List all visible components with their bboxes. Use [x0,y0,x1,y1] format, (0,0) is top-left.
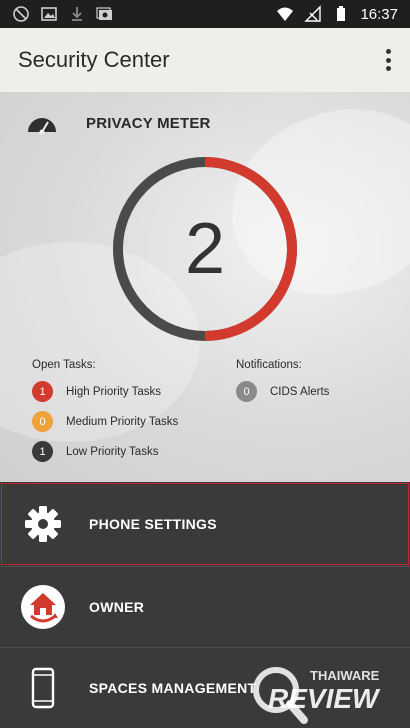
medium-priority-count: 0 [32,411,53,432]
spaces-management-label: SPACES MANAGEMENT [89,680,257,696]
no-signal-icon [304,5,322,22]
thaiware-review-watermark: THAIWARE REVIEW [253,667,381,724]
task-row-medium: 0 Medium Priority Tasks [32,411,212,432]
do-not-disturb-icon [13,6,29,22]
home-icon [20,584,66,630]
watermark-brand-top: THAIWARE [310,668,380,683]
medium-priority-label: Medium Priority Tasks [66,415,179,428]
low-priority-label: Low Priority Tasks [66,445,159,458]
high-priority-label: High Priority Tasks [66,385,162,398]
privacy-meter-value: 2 [184,209,226,289]
cids-alerts-label: CIDS Alerts [270,385,330,398]
task-row-high: 1 High Priority Tasks [32,381,212,402]
cids-alerts-count: 0 [236,381,257,402]
notifications: Notifications: 0 CIDS Alerts [236,359,396,411]
phone-icon [20,665,66,711]
privacy-meter-panel: PRIVACY METER 2 Open Tasks: 1 High Prior… [0,92,410,482]
notifications-label: Notifications: [236,359,302,371]
page-title: Security Center [18,47,170,72]
open-tasks: Open Tasks: 1 High Priority Tasks 0 Medi… [32,359,212,471]
app-bar: Security Center [0,28,410,92]
high-priority-count: 1 [32,381,53,402]
privacy-meter-header: PRIVACY METER [26,112,211,134]
notification-row-cids: 0 CIDS Alerts [236,381,396,402]
photo-stack-icon [96,7,112,20]
watermark-brand-bottom: REVIEW [268,683,381,714]
download-icon [72,7,82,21]
wifi-icon [277,7,294,21]
privacy-meter-title: PRIVACY METER [86,114,211,132]
open-tasks-label: Open Tasks: [32,359,96,371]
owner-label: OWNER [89,599,145,615]
battery-icon [337,6,346,21]
status-time: 16:37 [360,5,398,23]
owner-button[interactable]: OWNER [0,567,410,647]
overflow-menu-icon[interactable] [384,49,392,71]
low-priority-count: 1 [32,441,53,462]
gear-icon [20,501,66,547]
phone-settings-label: PHONE SETTINGS [89,516,217,532]
phone-settings-button[interactable]: PHONE SETTINGS [0,482,410,566]
status-bar: 16:37 [0,0,410,28]
image-icon [41,7,57,21]
task-row-low: 1 Low Priority Tasks [32,441,212,462]
speedometer-icon [28,118,56,134]
